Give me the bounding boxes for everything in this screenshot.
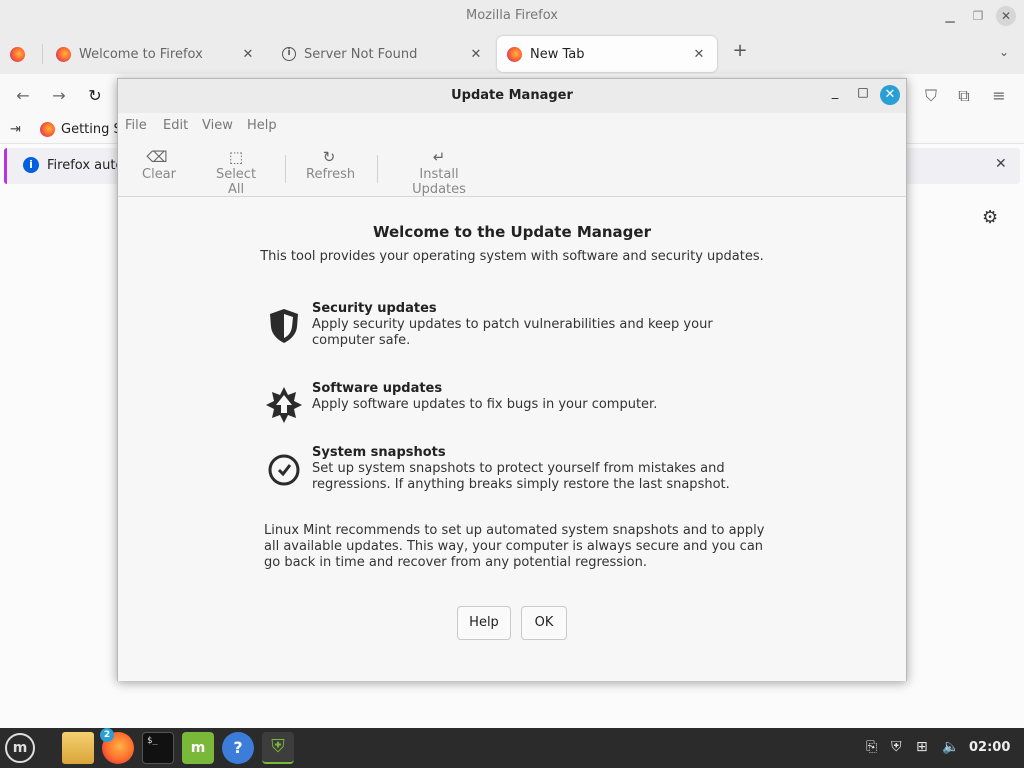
import-bookmarks-icon[interactable]: ⇥	[10, 122, 21, 137]
toolbar-separator	[285, 155, 286, 183]
bookmark-getting-started[interactable]: Getting S	[40, 122, 122, 137]
chevron-down-icon[interactable]: ⌄	[994, 42, 1014, 62]
clear-button[interactable]: ⌫ Clear	[142, 147, 176, 182]
firefox-favicon-icon	[507, 46, 522, 62]
install-icon: ↵	[432, 148, 446, 166]
maximize-button[interactable]: ❐	[968, 6, 988, 26]
info-icon: i	[23, 157, 39, 173]
feature-title: Security updates	[312, 301, 437, 316]
firefox-window-title: Mozilla Firefox	[466, 8, 558, 23]
bookmark-label: Getting S	[61, 122, 122, 137]
pocket-icon[interactable]: ⛉	[920, 86, 942, 108]
new-tab-button[interactable]: +	[730, 42, 750, 62]
toolbar: ⌫ Clear ⬚ Select All ↻ Refresh ↵ Install…	[118, 141, 906, 197]
tab-new-tab[interactable]: New Tab ✕	[497, 36, 717, 72]
tab-label: New Tab	[530, 46, 585, 62]
close-window-button[interactable]: ✕	[996, 6, 1016, 26]
window-count-badge: 2	[100, 728, 114, 742]
taskbar: m 2 $_ m ? ⛨ ⎘ ⛨ ⊞ 🔈 02:00	[0, 728, 1024, 768]
menu-edit[interactable]: Edit	[163, 118, 188, 133]
feature-description: Set up system snapshots to protect yours…	[312, 461, 730, 492]
install-updates-label: Install Updates	[412, 167, 466, 197]
minimize-button[interactable]: ▁	[940, 6, 960, 26]
tab-label: Welcome to Firefox	[79, 46, 203, 62]
help-button[interactable]: Help	[457, 606, 511, 640]
close-icon[interactable]: ✕	[995, 156, 1007, 172]
firefox-favicon-icon	[40, 122, 55, 137]
terminal-icon[interactable]: $_	[142, 732, 174, 764]
welcome-subheading: This tool provides your operating system…	[260, 249, 764, 264]
tab-welcome[interactable]: Welcome to Firefox ✕	[46, 36, 266, 72]
help-icon[interactable]: ?	[222, 732, 254, 764]
tab-strip: Welcome to Firefox ✕ i Server Not Found …	[0, 34, 1024, 74]
mintinstall-icon[interactable]: m	[182, 732, 214, 764]
backspace-icon: ⌫	[146, 148, 168, 166]
maximize-button[interactable]: □	[854, 85, 872, 103]
window-title: Update Manager	[451, 88, 573, 103]
feature-description: Apply software updates to fix bugs in yo…	[312, 397, 658, 412]
tab-close-icon[interactable]: ✕	[468, 47, 484, 62]
install-updates-button[interactable]: ↵ Install Updates	[393, 147, 485, 197]
reload-icon[interactable]: ↻	[84, 86, 106, 108]
welcome-panel: Welcome to the Update Manager This tool …	[118, 197, 906, 681]
clipboard-icon[interactable]: ⎘	[866, 739, 877, 755]
update-manager-window: Update Manager _ □ ✕ File Edit View Help…	[117, 78, 907, 681]
forward-arrow-icon[interactable]: →	[48, 86, 70, 108]
welcome-heading: Welcome to the Update Manager	[373, 223, 651, 241]
folder-icon[interactable]	[62, 732, 94, 764]
update-shield-tray-icon[interactable]: ⛨	[891, 739, 902, 755]
recommendation-text: Linux Mint recommends to set up automate…	[264, 523, 765, 570]
tab-label: Server Not Found	[304, 46, 418, 62]
menu-help[interactable]: Help	[247, 118, 277, 133]
shield-icon	[270, 309, 298, 343]
feature-title: Software updates	[312, 381, 443, 396]
refresh-label: Refresh	[306, 167, 356, 182]
tab-close-icon[interactable]: ✕	[240, 47, 256, 62]
select-all-icon: ⬚	[228, 148, 244, 166]
clear-label: Clear	[142, 167, 176, 182]
update-manager-titlebar: Update Manager _ □ ✕	[118, 79, 906, 113]
tab-close-icon[interactable]: ✕	[691, 47, 707, 62]
menu-view[interactable]: View	[202, 118, 233, 133]
mint-menu-button[interactable]: m	[5, 733, 35, 763]
refresh-icon: ↻	[322, 148, 336, 166]
pinned-tab-firefox-icon[interactable]	[10, 47, 25, 62]
feature-description: Apply security updates to patch vulnerab…	[312, 317, 713, 348]
gear-icon[interactable]: ⚙	[982, 207, 998, 228]
tab-server-not-found[interactable]: i Server Not Found ✕	[272, 36, 494, 72]
feature-title: System snapshots	[312, 445, 446, 460]
clock[interactable]: 02:00	[969, 740, 1010, 755]
refresh-button[interactable]: ↻ Refresh	[306, 147, 356, 182]
menu-bar: File Edit View Help	[118, 115, 906, 137]
update-manager-shield-icon[interactable]: ⛨	[262, 732, 294, 764]
firefox-titlebar: Mozilla Firefox ▁ ❐ ✕	[0, 0, 1024, 34]
clock-icon	[268, 454, 300, 486]
menu-file[interactable]: File	[125, 118, 147, 133]
hamburger-menu-icon[interactable]: ≡	[988, 86, 1010, 108]
extensions-icon[interactable]: ⧉	[953, 86, 975, 108]
tab-separator	[42, 44, 43, 64]
select-all-button[interactable]: ⬚ Select All	[208, 147, 264, 197]
back-arrow-icon[interactable]: ←	[12, 86, 34, 108]
star-arrow-icon	[266, 387, 302, 423]
network-icon[interactable]: ⊞	[916, 739, 928, 755]
close-button[interactable]: ✕	[880, 85, 900, 105]
volume-icon[interactable]: 🔈	[942, 739, 959, 755]
notification-text: Firefox auto	[47, 158, 124, 173]
info-icon: i	[282, 47, 296, 61]
minimize-button[interactable]: _	[826, 85, 844, 103]
firefox-favicon-icon	[56, 46, 71, 62]
ok-button[interactable]: OK	[521, 606, 567, 640]
select-all-label: Select All	[215, 167, 257, 197]
toolbar-separator	[377, 155, 378, 183]
